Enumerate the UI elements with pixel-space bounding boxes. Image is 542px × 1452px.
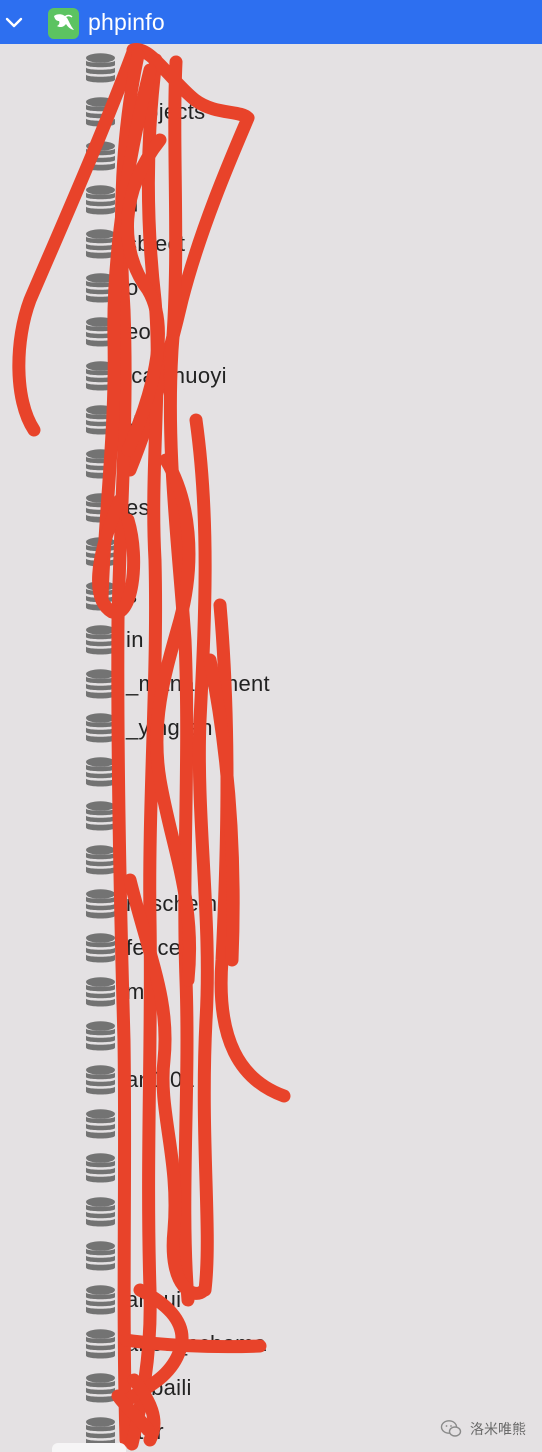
database-item[interactable]: yi [0,396,542,440]
database-icon [86,97,115,127]
database-name: ance_schema [126,1331,267,1356]
database-icon [86,933,115,963]
database-item[interactable]: _management [0,660,542,704]
database-icon [86,493,115,523]
database-item[interactable]: sbject [0,220,542,264]
database-icon [86,1373,115,1403]
database-item[interactable] [0,528,542,572]
database-name: anhui [126,1287,182,1312]
database-icon [86,757,115,787]
database-name: eo [126,319,152,344]
database-icon [86,1241,115,1271]
database-icon [86,669,115,699]
database-item[interactable]: m [0,968,542,1012]
database-item[interactable] [0,440,542,484]
database-icon [86,1329,115,1359]
watermark: 洛米唯熊 [440,1418,526,1440]
database-icon [86,801,115,831]
database-icon [86,845,115,875]
database-item[interactable] [0,792,542,836]
database-item[interactable] [0,1188,542,1232]
database-icon [86,361,115,391]
database-item[interactable]: ngbaili [0,1364,542,1408]
database-icon [86,1285,115,1315]
database-item[interactable]: _yingren [0,704,542,748]
database-icon [86,1197,115,1227]
database-icon [86,53,115,83]
connection-header[interactable]: phpinfo [0,0,542,44]
database-name: es [126,495,150,520]
database-icon [86,405,115,435]
database-icon [86,713,115,743]
database-item[interactable]: n_schema [0,880,542,924]
database-icon [86,317,115,347]
database-item[interactable]: es [0,484,542,528]
database-icon [86,185,115,215]
bottom-panel-tab[interactable] [52,1443,126,1452]
database-name: an1 01 [126,1067,196,1092]
database-name: a [126,55,139,80]
database-name: in [126,627,144,652]
chevron-down-icon[interactable] [5,13,23,31]
database-icon [86,1153,115,1183]
database-name: ster [126,1419,164,1444]
database-item[interactable]: ical_huoyi [0,352,542,396]
database-name: yi [126,407,143,432]
database-item[interactable] [0,132,542,176]
database-item[interactable]: fence [0,924,542,968]
database-name: o [126,275,139,300]
connection-name: phpinfo [88,9,165,35]
database-item[interactable]: o [0,264,542,308]
database-icon [86,229,115,259]
database-icon [86,1109,115,1139]
database-name: n_schema [126,891,230,916]
database-name: projects [126,99,206,124]
mysql-dolphin-icon [48,8,79,39]
database-item[interactable]: in [0,616,542,660]
database-icon [86,1021,115,1051]
database-item[interactable]: s [0,572,542,616]
database-name: fence [126,935,182,960]
database-item[interactable]: an1 01 [0,1056,542,1100]
database-name: _management [126,671,270,696]
database-list: a projects q sbject o eo ical_huoyiyi es s in _man… [0,44,542,1452]
database-item[interactable]: projects [0,88,542,132]
database-name: ical_huoyi [126,363,227,388]
database-name: sbject [126,231,186,256]
database-icon [86,581,115,611]
database-icon [86,537,115,567]
database-icon [86,977,115,1007]
database-name: _yingren [126,715,213,740]
database-item[interactable]: q [0,176,542,220]
database-icon [86,449,115,479]
database-name: q [126,187,139,212]
database-item[interactable]: anhui [0,1276,542,1320]
database-item[interactable]: eo [0,308,542,352]
database-icon [86,273,115,303]
database-item[interactable] [0,1144,542,1188]
database-item[interactable]: ance_schema [0,1320,542,1364]
database-item[interactable] [0,1100,542,1144]
watermark-text: 洛米唯熊 [470,1421,526,1437]
database-item[interactable] [0,748,542,792]
database-item[interactable] [0,1012,542,1056]
database-name: s [126,583,138,608]
database-icon [86,141,115,171]
database-item[interactable] [0,836,542,880]
database-item[interactable] [0,1232,542,1276]
wechat-icon [440,1420,462,1437]
database-icon [86,625,115,655]
database-icon [86,1065,115,1095]
database-icon [86,889,115,919]
database-name: m [126,979,145,1004]
database-name: ngbaili [126,1375,192,1400]
database-item[interactable]: a [0,44,542,88]
